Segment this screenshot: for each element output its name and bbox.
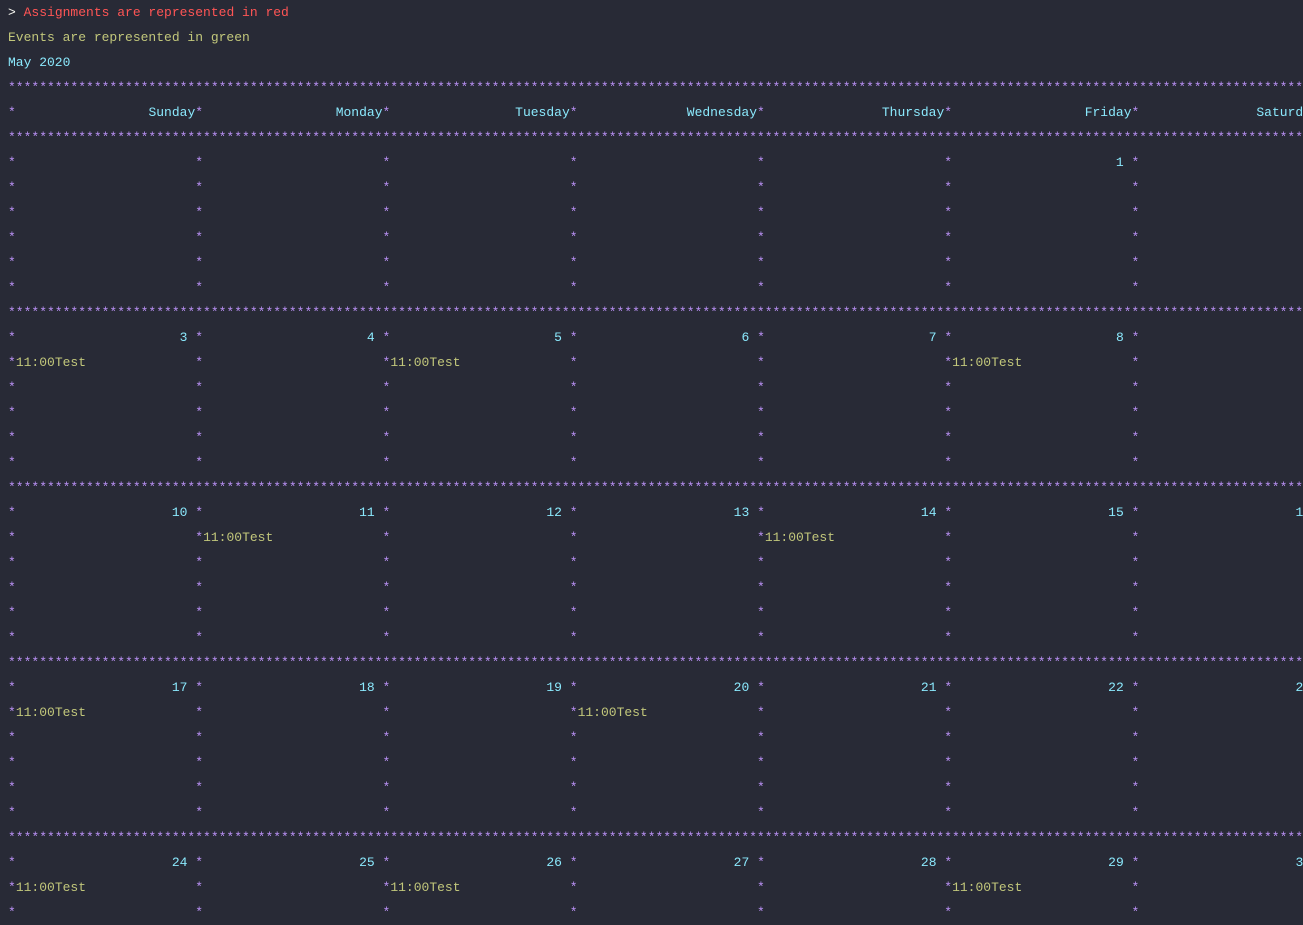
day-number: 14 <box>921 505 937 520</box>
calendar-rule: ****************************************… <box>8 655 1303 670</box>
day-number: 6 <box>741 330 749 345</box>
day-number: 19 <box>546 680 562 695</box>
day-number: 8 <box>1116 330 1124 345</box>
day-number: 1 <box>1116 155 1124 170</box>
calendar-rule: ****************************************… <box>8 480 1303 495</box>
day-number: 30 <box>1295 855 1303 870</box>
day-number: 25 <box>359 855 375 870</box>
day-number: 16 <box>1295 505 1303 520</box>
event-entry: 11:00Test <box>390 880 460 895</box>
day-number: 10 <box>172 505 188 520</box>
day-number: 3 <box>180 330 188 345</box>
day-number: 17 <box>172 680 188 695</box>
day-number: 26 <box>546 855 562 870</box>
event-entry: 11:00Test <box>952 355 1022 370</box>
prompt: > <box>8 5 24 20</box>
month-year: May 2020 <box>8 55 70 70</box>
day-number: 4 <box>367 330 375 345</box>
day-label-wednesday: Wednesday <box>687 105 757 120</box>
day-number: 28 <box>921 855 937 870</box>
event-entry: 11:00Test <box>390 355 460 370</box>
day-number: 29 <box>1108 855 1124 870</box>
calendar-rule: ****************************************… <box>8 80 1303 95</box>
day-number: 23 <box>1295 680 1303 695</box>
day-number: 24 <box>172 855 188 870</box>
event-entry: 11:00Test <box>16 705 86 720</box>
day-label-saturday: Saturday <box>1256 105 1303 120</box>
day-number: 20 <box>734 680 750 695</box>
day-label-sunday: Sunday <box>148 105 195 120</box>
event-entry: 11:00Test <box>952 880 1022 895</box>
calendar-rule: ****************************************… <box>8 130 1303 145</box>
day-number: 13 <box>734 505 750 520</box>
day-number: 21 <box>921 680 937 695</box>
day-number: 5 <box>554 330 562 345</box>
day-label-thursday: Thursday <box>882 105 944 120</box>
event-entry: 11:00Test <box>16 880 86 895</box>
event-entry: 11:00Test <box>765 530 835 545</box>
day-label-friday: Friday <box>1085 105 1132 120</box>
day-label-tuesday: Tuesday <box>515 105 570 120</box>
day-number: 22 <box>1108 680 1124 695</box>
day-number: 7 <box>929 330 937 345</box>
day-number: 18 <box>359 680 375 695</box>
calendar-rule: ****************************************… <box>8 305 1303 320</box>
day-number: 27 <box>734 855 750 870</box>
day-number: 12 <box>546 505 562 520</box>
event-entry: 11:00Test <box>203 530 273 545</box>
legend-events: Events are represented in green <box>8 30 250 45</box>
day-number: 11 <box>359 505 375 520</box>
legend-assignments: Assignments are represented in red <box>24 5 289 20</box>
terminal-output: > Assignments are represented in red Even… <box>0 0 1303 925</box>
event-entry: 11:00Test <box>16 355 86 370</box>
calendar-rule: ****************************************… <box>8 830 1303 845</box>
event-entry: 11:00Test <box>578 705 648 720</box>
day-label-monday: Monday <box>336 105 383 120</box>
day-number: 15 <box>1108 505 1124 520</box>
